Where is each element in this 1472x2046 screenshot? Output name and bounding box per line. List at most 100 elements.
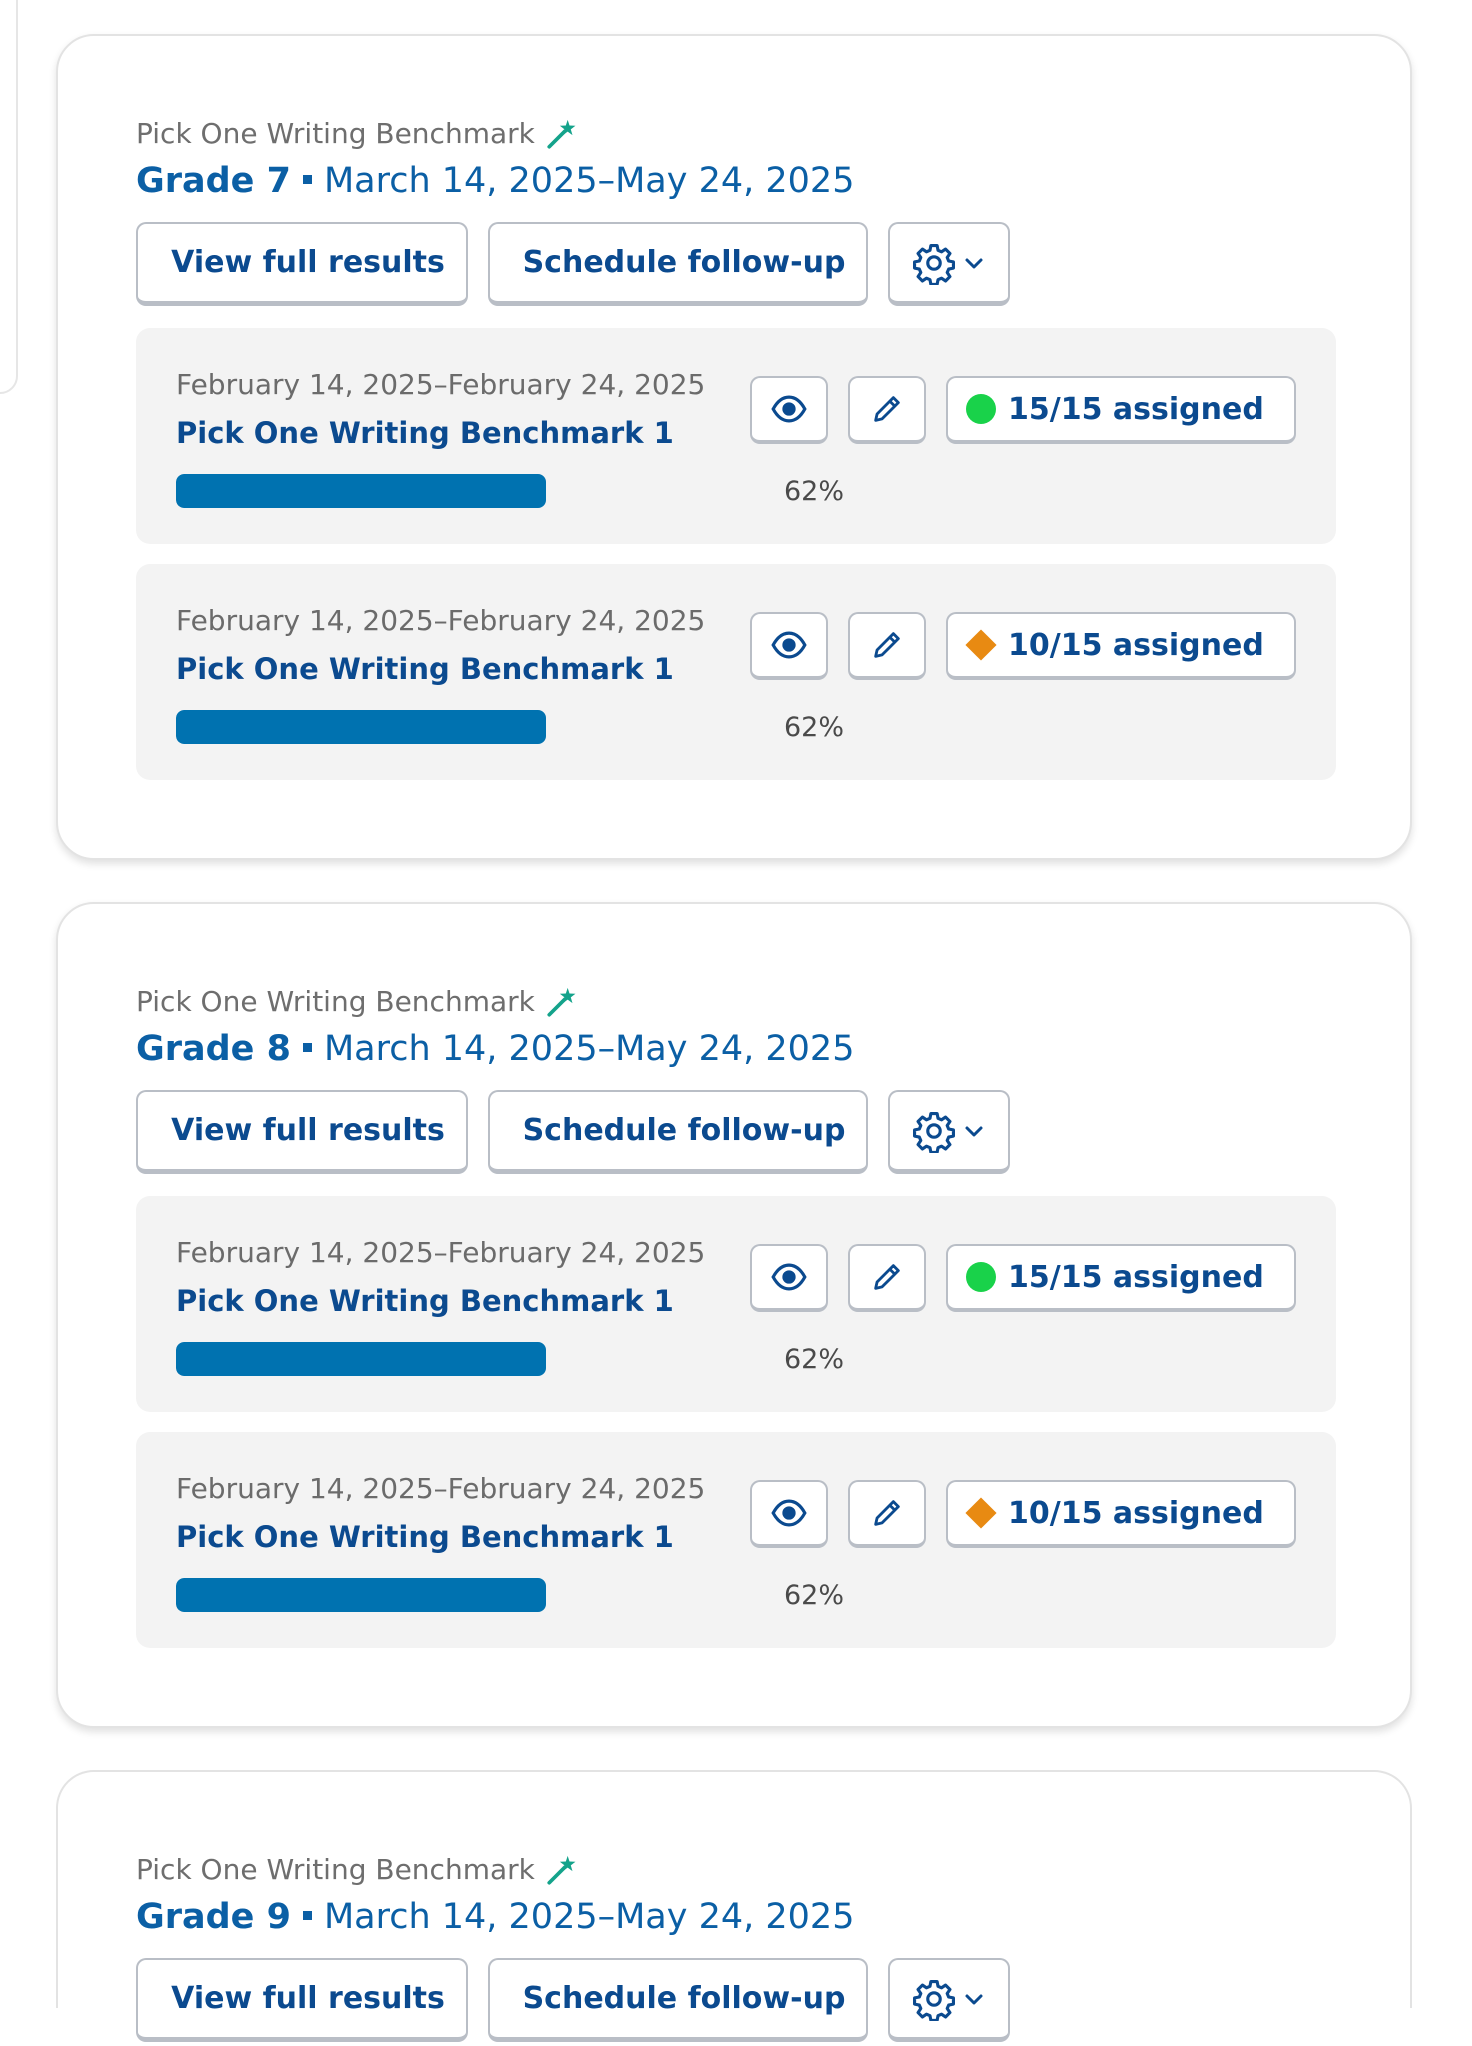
date-range: March 14, 2025–May 24, 2025 [323, 1029, 855, 1069]
magic-wand-icon [547, 1855, 576, 1885]
progress-bar [176, 1578, 772, 1612]
edit-button[interactable] [848, 1244, 926, 1312]
assignment-row: February 14, 2025–February 24, 2025 Pick… [136, 1196, 1336, 1412]
settings-menu-button[interactable] [888, 222, 1010, 306]
grade-label: Grade 9 [136, 1897, 291, 1937]
edit-button[interactable] [848, 612, 926, 680]
magic-wand-icon [547, 987, 576, 1017]
date-range: March 14, 2025–May 24, 2025 [323, 1897, 855, 1937]
view-button[interactable] [750, 1480, 828, 1548]
progress-bar-fill [176, 1578, 546, 1612]
assigned-count: 10/15 assigned [1008, 627, 1264, 663]
separator [302, 174, 312, 184]
eye-icon [771, 395, 807, 423]
assigned-status-button[interactable]: 10/15 assigned [946, 1480, 1296, 1548]
progress-percent: 62% [784, 712, 845, 743]
pencil-icon [874, 1500, 900, 1526]
schedule-follow-up-button[interactable]: Schedule follow-up [488, 222, 868, 306]
card-headline: Grade 7 March 14, 2025–May 24, 2025 [136, 156, 1336, 206]
assignment-list: February 14, 2025–February 24, 2025 Pick… [136, 1196, 1336, 1648]
settings-menu-button[interactable] [888, 1958, 1010, 2042]
assigned-status-button[interactable]: 15/15 assigned [946, 1244, 1296, 1312]
assignment-row: February 14, 2025–February 24, 2025 Pick… [136, 1432, 1336, 1648]
magic-wand-icon [547, 119, 576, 149]
card-eyebrow: Pick One Writing Benchmark [136, 984, 1336, 1020]
date-range: March 14, 2025–May 24, 2025 [323, 161, 855, 201]
assignment-date: February 14, 2025–February 24, 2025 [176, 1236, 706, 1269]
view-full-results-button[interactable]: View full results [136, 222, 468, 306]
assigned-count: 10/15 assigned [1008, 1495, 1264, 1531]
card-actions: View full results Schedule follow-up [136, 1090, 1336, 1178]
assignment-title: Pick One Writing Benchmark 1 [176, 1284, 674, 1318]
assignment-title: Pick One Writing Benchmark 1 [176, 652, 674, 686]
status-partial-icon [965, 629, 997, 661]
eye-icon [771, 1499, 807, 1527]
assignment-list: February 14, 2025–February 24, 2025 Pick… [136, 328, 1336, 780]
assignment-title: Pick One Writing Benchmark 1 [176, 416, 674, 450]
progress-percent: 62% [784, 476, 845, 507]
schedule-follow-up-button[interactable]: Schedule follow-up [488, 1090, 868, 1174]
view-full-results-label: View full results [171, 1113, 445, 1148]
view-full-results-label: View full results [171, 1981, 445, 2016]
separator [302, 1910, 312, 1920]
view-full-results-button[interactable]: View full results [136, 1958, 468, 2042]
progress-bar-fill [176, 474, 546, 508]
assessment-card: Pick One Writing Benchmark Grade 7 March … [56, 34, 1412, 860]
schedule-follow-up-label: Schedule follow-up [522, 1981, 846, 2016]
edit-button[interactable] [848, 1480, 926, 1548]
assignment-title: Pick One Writing Benchmark 1 [176, 1520, 674, 1554]
card-actions: View full results Schedule follow-up [136, 1958, 1336, 2046]
assigned-count: 15/15 assigned [1008, 1259, 1264, 1295]
grade-label: Grade 7 [136, 161, 291, 201]
gear-icon [913, 243, 955, 285]
schedule-follow-up-label: Schedule follow-up [522, 245, 846, 280]
view-full-results-label: View full results [171, 245, 445, 280]
chevron-down-icon [965, 1994, 983, 2004]
eyebrow-label: Pick One Writing Benchmark [136, 985, 535, 1018]
card-headline: Grade 9 March 14, 2025–May 24, 2025 [136, 1892, 1336, 1942]
view-button[interactable] [750, 1244, 828, 1312]
view-full-results-button[interactable]: View full results [136, 1090, 468, 1174]
status-complete-icon [966, 394, 996, 424]
pencil-icon [874, 396, 900, 422]
status-complete-icon [966, 1262, 996, 1292]
progress-percent: 62% [784, 1344, 845, 1375]
assessment-card: Pick One Writing Benchmark Grade 9 March … [56, 1770, 1412, 2042]
progress-bar [176, 1342, 772, 1376]
pencil-icon [874, 632, 900, 658]
assignment-date: February 14, 2025–February 24, 2025 [176, 1472, 706, 1505]
card-headline: Grade 8 March 14, 2025–May 24, 2025 [136, 1024, 1336, 1074]
chevron-down-icon [965, 1126, 983, 1136]
edit-button[interactable] [848, 376, 926, 444]
assignment-date: February 14, 2025–February 24, 2025 [176, 368, 706, 401]
status-partial-icon [965, 1497, 997, 1529]
progress-bar [176, 710, 772, 744]
assessment-card: Pick One Writing Benchmark Grade 8 March … [56, 902, 1412, 1728]
gear-icon [913, 1979, 955, 2021]
assignment-row: February 14, 2025–February 24, 2025 Pick… [136, 564, 1336, 780]
pencil-icon [874, 1264, 900, 1290]
eye-icon [771, 1263, 807, 1291]
assigned-status-button[interactable]: 10/15 assigned [946, 612, 1296, 680]
progress-bar-fill [176, 1342, 546, 1376]
separator [302, 1042, 312, 1052]
assignment-date: February 14, 2025–February 24, 2025 [176, 604, 706, 637]
schedule-follow-up-label: Schedule follow-up [522, 1113, 846, 1148]
eye-icon [771, 631, 807, 659]
side-panel [0, 0, 18, 394]
settings-menu-button[interactable] [888, 1090, 1010, 1174]
assigned-count: 15/15 assigned [1008, 391, 1264, 427]
progress-bar [176, 474, 772, 508]
schedule-follow-up-button[interactable]: Schedule follow-up [488, 1958, 868, 2042]
gear-icon [913, 1111, 955, 1153]
progress-percent: 62% [784, 1580, 845, 1611]
card-eyebrow: Pick One Writing Benchmark [136, 116, 1336, 152]
view-button[interactable] [750, 376, 828, 444]
assignment-row: February 14, 2025–February 24, 2025 Pick… [136, 328, 1336, 544]
grade-label: Grade 8 [136, 1029, 291, 1069]
card-actions: View full results Schedule follow-up [136, 222, 1336, 310]
assigned-status-button[interactable]: 15/15 assigned [946, 376, 1296, 444]
progress-bar-fill [176, 710, 546, 744]
chevron-down-icon [965, 258, 983, 268]
view-button[interactable] [750, 612, 828, 680]
